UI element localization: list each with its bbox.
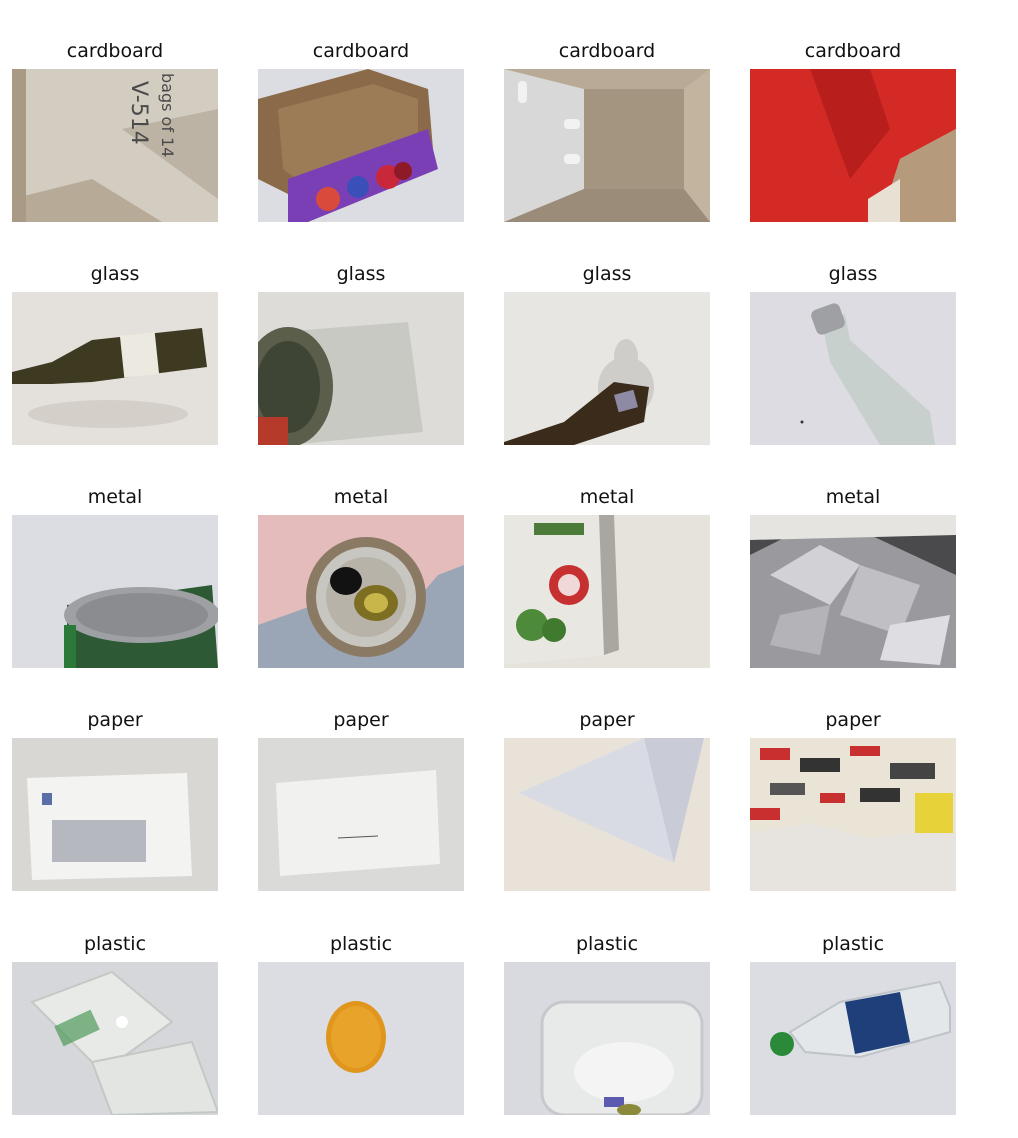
image-title: cardboard bbox=[558, 40, 656, 62]
cardboard-code-text: V-514 bbox=[126, 81, 151, 145]
photo-dark-bottle bbox=[504, 292, 710, 445]
image-title: metal bbox=[87, 486, 143, 508]
image-title: cardboard bbox=[312, 40, 410, 62]
photo-wine-bottle bbox=[12, 292, 218, 445]
photo-printed-flyer bbox=[750, 738, 956, 891]
photo-open-box bbox=[504, 69, 710, 222]
photo-plastic-container bbox=[504, 962, 710, 1115]
image-title: glass bbox=[90, 263, 140, 285]
photo-cardboard-sheet: V-514 bags of 14 bbox=[12, 69, 218, 222]
photo-soda-can bbox=[258, 515, 464, 668]
image-title: plastic bbox=[821, 933, 885, 955]
image-title: metal bbox=[579, 486, 635, 508]
image-title: glass bbox=[828, 263, 878, 285]
photo-tin-can bbox=[12, 515, 218, 668]
photo-foil bbox=[750, 515, 956, 668]
image-grid: cardboard V-514 bags of 14 cardboard car… bbox=[0, 0, 1018, 1138]
image-title: paper bbox=[333, 709, 389, 731]
image-title: metal bbox=[825, 486, 881, 508]
photo-pea-can bbox=[504, 515, 710, 668]
image-title: plastic bbox=[575, 933, 639, 955]
image-title: paper bbox=[579, 709, 635, 731]
photo-clamshell bbox=[12, 962, 218, 1115]
photo-paper-sheet bbox=[504, 738, 710, 891]
image-title: metal bbox=[333, 486, 389, 508]
image-title: paper bbox=[825, 709, 881, 731]
image-title: glass bbox=[582, 263, 632, 285]
photo-water-bottle bbox=[750, 962, 956, 1115]
image-title: plastic bbox=[329, 933, 393, 955]
photo-orange-lid bbox=[258, 962, 464, 1115]
photo-window-envelope bbox=[12, 738, 218, 891]
image-title: paper bbox=[87, 709, 143, 731]
photo-frosted-bottle bbox=[750, 292, 956, 445]
image-title: plastic bbox=[83, 933, 147, 955]
image-title: glass bbox=[336, 263, 386, 285]
photo-white-envelope bbox=[258, 738, 464, 891]
photo-glass-jar bbox=[258, 292, 464, 445]
cardboard-bag-text: bags of 14 bbox=[158, 73, 177, 157]
image-title: cardboard bbox=[66, 40, 164, 62]
photo-fruit-box bbox=[258, 69, 464, 222]
photo-red-box bbox=[750, 69, 956, 222]
image-title: cardboard bbox=[804, 40, 902, 62]
